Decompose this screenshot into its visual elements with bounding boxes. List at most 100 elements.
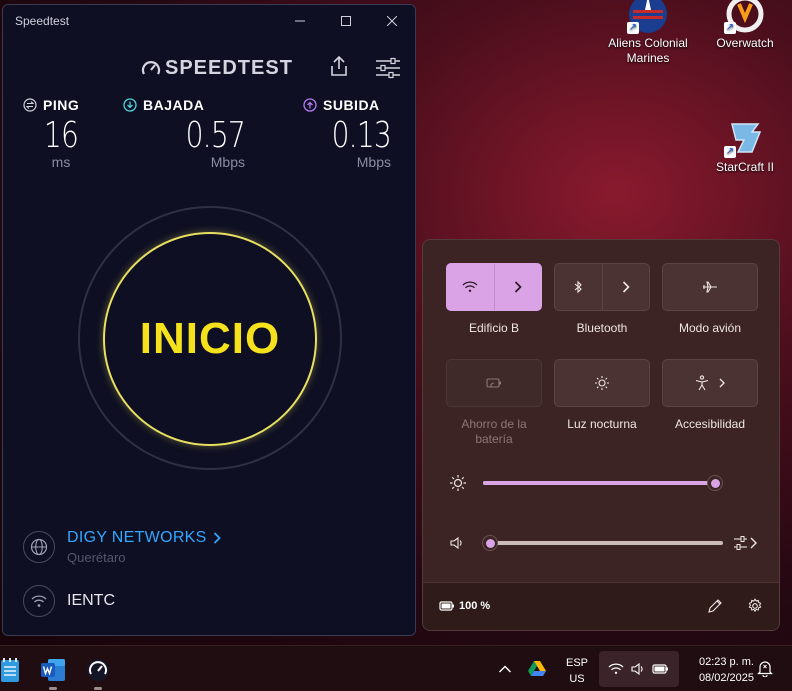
volume-slider[interactable] [482,533,723,553]
clock[interactable]: 02:23 p. m. 08/02/2025 [684,654,754,686]
shortcut-arrow-icon: ↗ [724,22,736,34]
bluetooth-toggle[interactable] [555,264,602,310]
bluetooth-expand-button[interactable] [601,264,649,310]
aliens-game-icon: ↗ [625,0,671,34]
brightness-slider-thumb[interactable] [707,475,723,491]
download-unit: Mbps [210,154,245,170]
close-icon [387,16,397,26]
starcraft-icon: ↗ [722,118,768,158]
battery-status[interactable]: 100 % [439,600,490,612]
ping-icon [23,98,37,112]
chevron-right-icon [719,378,725,388]
upload-icon [303,98,317,112]
download-label: BAJADA [143,97,205,113]
upload-label: SUBIDA [323,97,380,113]
minimize-button[interactable] [277,5,323,37]
battery-saver-tile-label: Ahorro de la batería [461,417,527,446]
taskbar-notepad[interactable] [0,654,26,686]
night-light-tile-label: Luz nocturna [567,417,637,431]
bluetooth-tile-label: Bluetooth [576,321,628,335]
battery-saver-icon [486,378,501,388]
taskbar: ESP US 02:23 p. m. 08/02/2025 [0,645,792,691]
network-name: IENTC [67,592,115,609]
airplane-mode-tile[interactable] [662,263,758,311]
audio-output-icon[interactable] [733,534,759,552]
quick-settings-panel: Edificio B Bluetooth Modo avión Ahorro d… [422,239,780,631]
accessibility-tile[interactable] [662,359,758,407]
speaker-icon [631,663,643,675]
lang-primary: ESP [565,657,588,669]
input-language[interactable]: ESP US [560,655,594,687]
show-hidden-icons-button[interactable] [498,661,514,677]
settings-gear-button[interactable] [747,598,763,619]
gauge-icon [141,60,161,75]
notifications-button[interactable] [757,659,773,682]
battery-icon [652,664,668,674]
bluetooth-icon [575,280,583,294]
pencil-icon [708,599,722,613]
chevron-right-icon [213,532,221,544]
edit-quick-settings-button[interactable] [707,598,723,619]
volume-slider-thumb[interactable] [482,535,498,551]
speedtest-app-icon [87,659,109,681]
download-value: 0.57 [185,115,246,156]
title-bar[interactable]: Speedtest [3,5,415,37]
battery-percent: 100 % [459,600,491,612]
clock-date: 08/02/2025 [698,672,754,684]
settings-button[interactable] [375,57,401,84]
night-light-icon [595,376,609,390]
notepad-icon [1,658,19,682]
share-button[interactable] [328,55,350,82]
go-label: INICIO [139,314,281,363]
upload-unit: Mbps [356,154,391,170]
provider-selector[interactable]: DIGY NETWORKS Querétaro [23,529,221,565]
airplane-icon [703,281,717,293]
running-indicator [49,687,57,690]
bluetooth-tile[interactable] [554,263,650,311]
share-icon [331,55,347,76]
night-light-tile[interactable] [554,359,650,407]
wifi-icon [23,585,55,617]
gear-icon [748,598,762,613]
tray-quick-settings-button[interactable] [599,651,679,687]
ping-metric: PING 16 ms [23,97,99,170]
go-button[interactable]: INICIO [103,232,317,446]
ping-label: PING [43,97,80,113]
quick-settings-footer: 100 % [423,582,779,630]
airplane-tile-label: Modo avión [678,321,742,335]
desktop-icon-overwatch[interactable]: ↗ Overwatch [695,0,792,51]
google-drive-tray[interactable] [528,660,546,681]
ping-value: 16 [43,115,79,156]
close-button[interactable] [369,5,415,37]
download-metric: BAJADA 0.57 Mbps [123,97,246,170]
running-indicator [94,687,102,690]
volume-row [447,533,757,553]
chevron-right-icon [514,281,522,293]
desktop-icon-label: Aliens Colonial Marines [608,36,688,65]
overwatch-icon: ↗ [722,0,768,34]
speedtest-window: Speedtest SPEEDTEST PING 16 ms BAJADA 0.… [2,4,416,636]
brightness-row [447,473,757,493]
desktop-icon-label: StarCraft II [715,160,774,174]
wifi-tile[interactable] [446,263,542,311]
maximize-icon [341,16,351,26]
wifi-icon [608,663,624,674]
battery-saver-tile[interactable] [446,359,542,407]
taskbar-word[interactable] [37,654,69,690]
download-icon [123,98,137,112]
wifi-expand-button[interactable] [493,264,541,310]
wifi-toggle[interactable] [447,264,494,310]
logo-text: SPEEDTEST [165,57,293,79]
notification-bell-icon [757,661,773,678]
brightness-slider[interactable] [483,473,723,493]
shortcut-arrow-icon: ↗ [627,22,639,34]
speaker-icon[interactable] [449,536,465,550]
desktop-icon-starcraft[interactable]: ↗ StarCraft II [695,118,792,175]
speedtest-logo: SPEEDTEST [141,57,293,80]
chevron-right-icon [622,281,630,293]
wifi-tile-label: Edificio B [468,321,520,335]
taskbar-speedtest[interactable] [82,654,114,690]
provider-name[interactable]: DIGY NETWORKS [67,529,207,547]
desktop-icon-aliens[interactable]: ↗ Aliens Colonial Marines [598,0,698,66]
maximize-button[interactable] [323,5,369,37]
